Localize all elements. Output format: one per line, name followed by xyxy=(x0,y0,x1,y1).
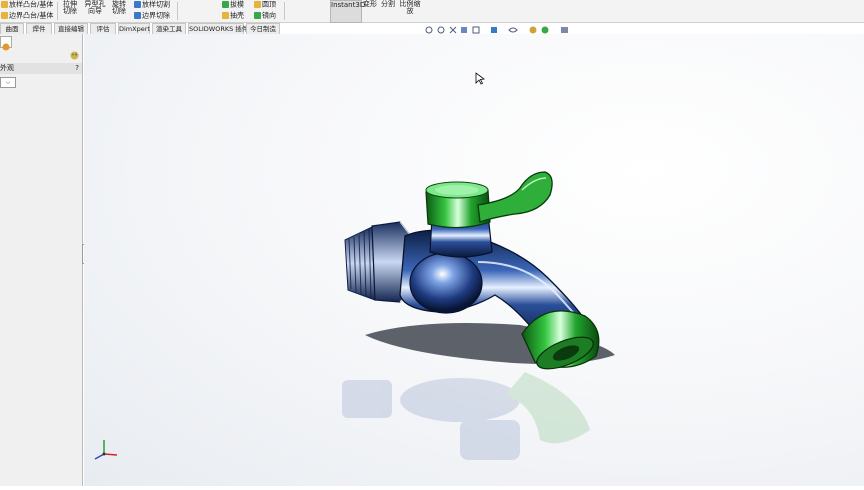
appearance-palette-icon[interactable] xyxy=(70,51,79,60)
graphics-area[interactable] xyxy=(84,34,864,486)
floor-reflection xyxy=(342,372,590,460)
chevron-down-icon: ⌵ xyxy=(5,79,11,86)
scene-icon[interactable] xyxy=(541,26,549,34)
ribbon-separator xyxy=(177,2,178,20)
previous-view-icon[interactable] xyxy=(449,26,457,34)
display-style-icon[interactable] xyxy=(491,27,497,33)
tab-evaluate[interactable]: 评估 xyxy=(90,23,116,34)
reference-triad xyxy=(94,440,118,460)
zoom-fit-icon[interactable] xyxy=(425,26,433,34)
command-manager-ribbon: 放样凸台/基体 边界凸台/基体 拉伸切除 异型孔向导 旋转切除 放样切割 边界切… xyxy=(0,0,864,23)
tab-surfaces[interactable]: 曲面 xyxy=(0,23,24,34)
dome-button[interactable]: 圆顶 xyxy=(254,1,276,9)
boundary-boss-icon xyxy=(1,12,8,19)
appearances-tab[interactable] xyxy=(0,36,12,51)
help-button[interactable]: ? xyxy=(75,63,79,74)
boss-loft-icon xyxy=(1,1,8,8)
lofted-cut-icon xyxy=(134,1,141,8)
draft-button[interactable]: 拔模 xyxy=(222,1,244,9)
tab-render-tools[interactable]: 渲染工具 xyxy=(152,23,186,34)
zoom-area-icon[interactable] xyxy=(437,26,445,34)
tab-dimxpert[interactable]: DimXpert xyxy=(118,23,150,34)
shell-icon xyxy=(222,12,229,19)
appearance-dropdown[interactable]: ⌵ xyxy=(0,77,16,88)
shell-button[interactable]: 抽壳 xyxy=(222,12,244,20)
deform-button[interactable]: 变形 xyxy=(363,1,377,8)
instant3d-button[interactable]: Instant3D xyxy=(330,0,365,23)
tab-direct-editing[interactable]: 直接编辑 xyxy=(54,23,88,34)
command-tabs: 曲面 焊件 直接编辑 评估 DimXpert 渲染工具 SOLIDWORKS 插… xyxy=(0,23,280,34)
boss-loft-button[interactable]: 放样凸台/基体 xyxy=(1,1,53,9)
tab-solidworks-addins[interactable]: SOLIDWORKS 插件 xyxy=(188,23,248,34)
tab-weldments[interactable]: 焊件 xyxy=(26,23,52,34)
hole-wizard-button[interactable]: 异型孔向导 xyxy=(84,1,106,15)
view-settings-icon[interactable] xyxy=(561,27,568,33)
split-button[interactable]: 分割 xyxy=(381,1,395,8)
panel-title: 外观 xyxy=(0,64,14,72)
dome-icon xyxy=(254,1,261,8)
lofted-cut-button[interactable]: 放样切割 xyxy=(134,1,170,9)
draft-icon xyxy=(222,1,229,8)
revolved-cut-button[interactable]: 旋转切除 xyxy=(109,1,129,15)
appearance-tab-icon xyxy=(2,43,10,51)
section-view-icon[interactable] xyxy=(461,27,467,33)
ribbon-separator xyxy=(284,2,285,20)
view-orientation-icon[interactable] xyxy=(472,26,480,34)
scale-button[interactable]: 比例缩放 xyxy=(399,1,421,15)
boundary-cut-button[interactable]: 边界切除 xyxy=(134,12,170,20)
extruded-cut-button[interactable]: 拉伸切除 xyxy=(60,1,80,15)
hide-show-icon[interactable] xyxy=(508,27,518,33)
x-axis xyxy=(103,453,118,456)
appearances-header: 外观 ? xyxy=(0,63,82,74)
lever-handle xyxy=(477,171,553,223)
appearance-icon[interactable] xyxy=(529,26,537,34)
z-axis xyxy=(94,453,105,460)
mouse-cursor xyxy=(475,72,486,85)
faucet-model xyxy=(94,72,615,460)
mirror-button[interactable]: 镜向 xyxy=(254,12,276,20)
tab-make-today[interactable]: 今日制造 xyxy=(246,23,280,34)
mirror-icon xyxy=(254,12,261,19)
property-manager-panel: 外观 ? ⌵ xyxy=(0,34,83,486)
faucet-bulb xyxy=(409,252,483,314)
boundary-boss-button[interactable]: 边界凸台/基体 xyxy=(1,12,53,20)
boundary-cut-icon xyxy=(134,12,141,19)
ribbon-separator xyxy=(57,2,58,20)
